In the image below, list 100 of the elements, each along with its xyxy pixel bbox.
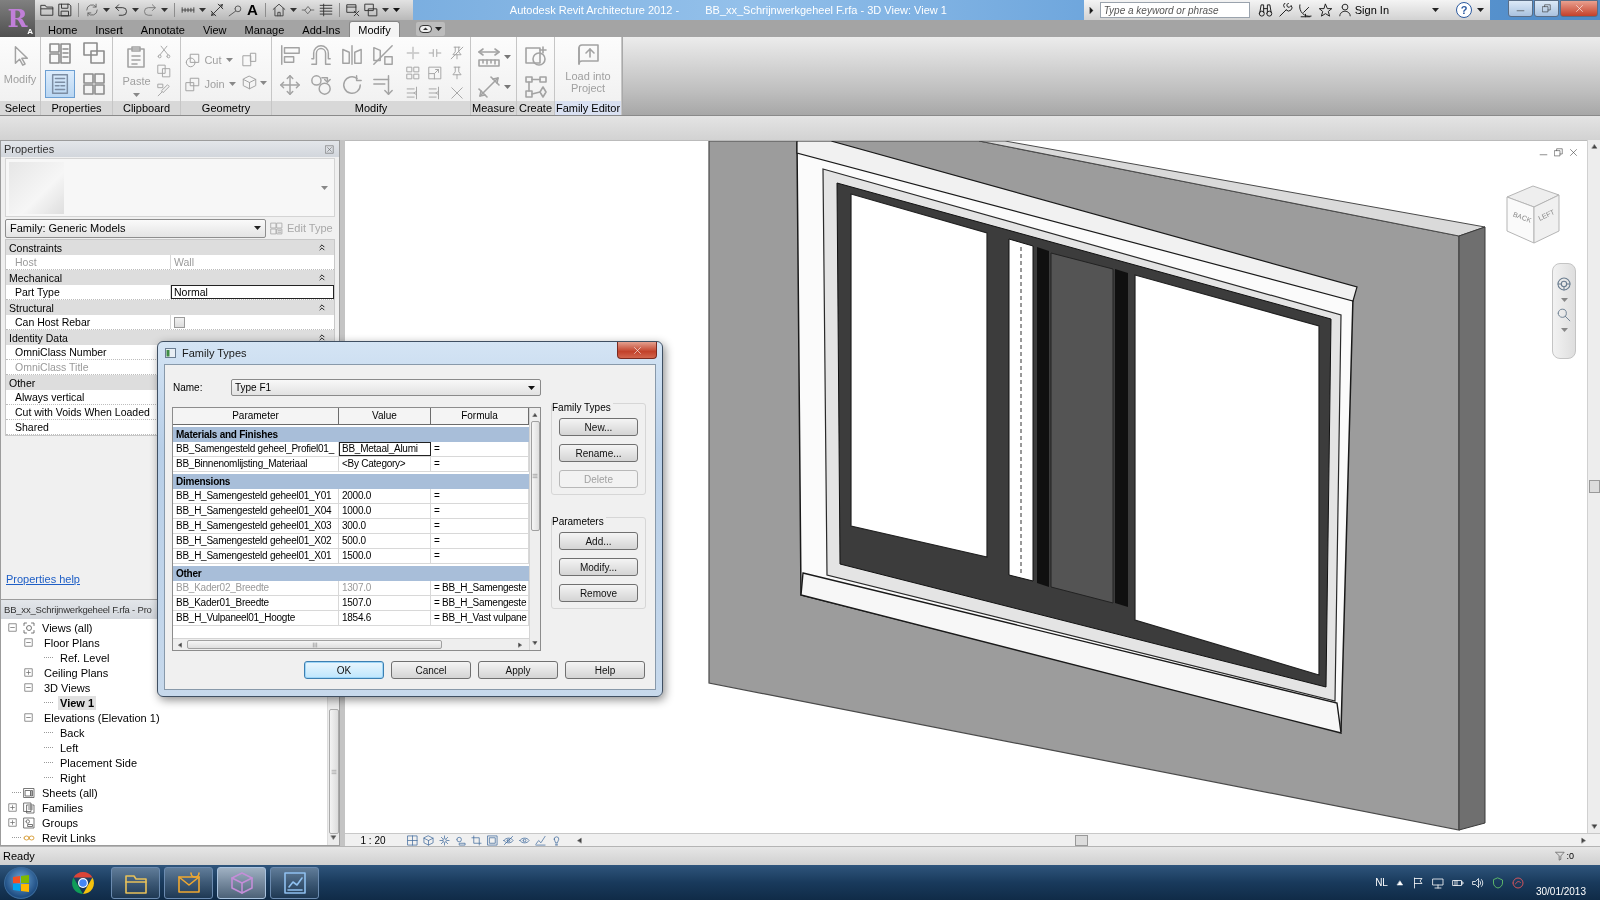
down-arrow-icon[interactable] <box>1590 823 1598 830</box>
down-arrow-icon[interactable] <box>532 640 538 646</box>
panel-label[interactable]: Select <box>0 101 40 115</box>
right-arrow-icon[interactable] <box>1087 6 1095 14</box>
grid-icon[interactable] <box>81 72 106 96</box>
collapse-icon[interactable] <box>24 713 33 722</box>
property-group-header[interactable]: Structural <box>6 300 334 315</box>
right-arrow-icon[interactable] <box>517 641 523 648</box>
diamond-marker-icon[interactable] <box>300 3 315 17</box>
wall-window-drawing[interactable] <box>708 141 1486 831</box>
value-cell[interactable]: <By Category> <box>339 457 431 471</box>
ribbon-tab[interactable]: Home <box>39 21 87 37</box>
properties-help-link[interactable]: Properties help <box>6 573 80 585</box>
value-cell[interactable]: 1507.0 <box>339 596 431 610</box>
delete-icon[interactable] <box>449 86 464 100</box>
value-cell[interactable]: 500.0 <box>339 534 431 548</box>
tree-item[interactable]: View 1 <box>58 695 97 710</box>
cube-icon[interactable] <box>241 75 257 90</box>
expand-icon[interactable] <box>8 818 17 827</box>
value-cell[interactable]: 1000.0 <box>339 504 431 518</box>
text-tool-button[interactable]: A <box>246 2 259 18</box>
taskbar-button[interactable] <box>217 866 266 899</box>
tree-item[interactable]: Views (all) <box>40 620 95 635</box>
save-icon[interactable] <box>58 3 72 17</box>
lines-to-bar-icon[interactable] <box>427 86 442 100</box>
down-arrow-icon[interactable] <box>330 834 337 841</box>
panels-icon[interactable] <box>47 41 72 65</box>
frame-icon[interactable] <box>487 834 498 846</box>
view-scale[interactable]: 1 : 20 <box>345 834 401 846</box>
view-cube[interactable] <box>1506 185 1560 244</box>
pin-icon[interactable] <box>449 66 464 80</box>
star-icon[interactable] <box>1317 2 1333 18</box>
close-icon[interactable] <box>325 144 334 154</box>
gap-lines-icon[interactable] <box>427 46 442 60</box>
taskbar-button[interactable] <box>111 866 160 899</box>
horizontal-scrollbar[interactable] <box>173 638 529 650</box>
up-arrow-icon[interactable] <box>532 412 538 418</box>
dialog-button[interactable]: Rename... <box>559 444 638 462</box>
ribbon-tab[interactable]: Annotate <box>131 21 194 37</box>
expand-icon[interactable] <box>8 803 17 812</box>
lines-icon[interactable] <box>318 3 333 17</box>
show-hidden-icons-icon[interactable] <box>1395 878 1404 887</box>
tree-item[interactable]: Elevations (Elevation 1) <box>42 710 162 725</box>
tree-item[interactable]: Ceiling Plans <box>42 665 111 680</box>
dialog-button[interactable]: OK <box>304 661 384 679</box>
brush-icon[interactable] <box>156 83 171 97</box>
tree-item[interactable]: Families <box>40 800 85 815</box>
taskbar-button[interactable] <box>270 866 319 899</box>
rotate-icon[interactable] <box>340 74 363 96</box>
expand-icon[interactable] <box>24 668 33 677</box>
value-cell[interactable]: 1854.6 <box>339 611 431 625</box>
collapse-icon[interactable] <box>24 638 33 647</box>
vertical-scrollbar[interactable] <box>529 408 540 650</box>
minimize-ribbon-button[interactable] <box>415 22 445 36</box>
scrollbar-thumb[interactable] <box>187 640 442 649</box>
filter-icon[interactable] <box>1555 851 1566 861</box>
linked-shapes-icon[interactable] <box>523 75 548 99</box>
collapse-icon[interactable] <box>8 623 17 632</box>
tray-date[interactable]: 30/01/2013 <box>1535 886 1586 897</box>
sun-icon[interactable] <box>439 834 450 846</box>
search-field[interactable]: Type a keyword or phrase <box>1099 2 1250 18</box>
lines-to-bar-icon[interactable] <box>405 86 420 100</box>
close-button[interactable] <box>617 342 657 359</box>
language-indicator[interactable]: NL <box>1375 877 1388 888</box>
property-field[interactable]: Normal <box>171 285 334 299</box>
close-icon[interactable] <box>1569 148 1578 157</box>
speaker-icon[interactable] <box>1471 876 1484 889</box>
eye-icon[interactable] <box>519 834 530 846</box>
minimize-button[interactable] <box>1508 0 1533 17</box>
ribbon-tab[interactable]: Add-Ins <box>293 21 350 37</box>
value-cell[interactable]: 2000.0 <box>339 489 431 503</box>
help-button[interactable]: ? <box>1456 2 1472 18</box>
wheel-icon[interactable] <box>1556 276 1572 292</box>
column-header[interactable]: Value <box>339 408 431 424</box>
property-group-header[interactable]: Constraints <box>6 240 334 255</box>
tree-item[interactable]: Ref. Level <box>58 650 112 665</box>
diagonal-dimension-icon[interactable] <box>210 3 224 17</box>
lines-arrow-icon[interactable] <box>371 74 394 96</box>
left-arrow-icon[interactable] <box>576 836 583 844</box>
panel-label[interactable]: Create <box>517 101 554 115</box>
left-arrow-icon[interactable] <box>177 641 183 648</box>
flag-icon[interactable] <box>1411 876 1424 889</box>
bulb-icon[interactable] <box>551 834 562 846</box>
panel-label[interactable]: Modify <box>272 101 470 115</box>
tree-item[interactable]: Floor Plans <box>42 635 102 650</box>
column-header[interactable]: Parameter <box>173 408 339 424</box>
undo-icon[interactable] <box>114 3 128 17</box>
start-button[interactable] <box>4 866 38 899</box>
dialog-button[interactable]: Apply <box>478 661 558 679</box>
scrollbar-thumb[interactable] <box>530 421 540 531</box>
magnifier-icon[interactable] <box>1557 308 1571 322</box>
ribbon-tab[interactable]: Manage <box>235 21 294 37</box>
circle-leader-icon[interactable] <box>228 3 242 17</box>
tree-item[interactable]: Revit Links <box>40 830 98 845</box>
overlapping-squares-icon[interactable] <box>81 41 106 65</box>
dialog-button[interactable]: Remove <box>559 584 638 602</box>
overlapping-windows-icon[interactable] <box>363 3 378 17</box>
binoculars-icon[interactable] <box>1257 2 1273 18</box>
panel-label[interactable]: Measure <box>471 101 516 115</box>
house-icon[interactable] <box>271 3 286 17</box>
